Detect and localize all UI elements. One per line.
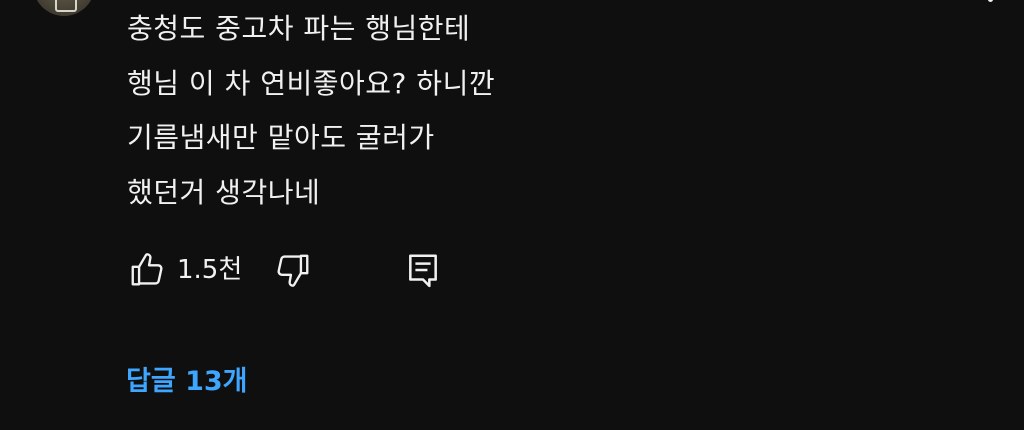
comment-line: 충청도 중고차 파는 행님한테: [127, 12, 471, 45]
replies-toggle[interactable]: 답글 13개: [126, 362, 248, 402]
like-count: 1.5천: [177, 255, 243, 285]
thumb-up-icon: [131, 253, 163, 286]
avatar[interactable]: [33, 0, 95, 16]
like-button[interactable]: [125, 248, 169, 292]
comment-line: 행님 이 차 연비좋아요? 하니깐: [127, 66, 496, 100]
comment-line: 기름냄새만 맡아도 굴러가: [127, 121, 435, 154]
thumb-down-icon: [277, 254, 309, 287]
comment-line: 했던거 생각나네: [127, 175, 321, 209]
reply-button[interactable]: [401, 248, 445, 292]
comment-action-bar: 1.5천: [127, 248, 467, 292]
more-actions-icon[interactable]: [988, 0, 993, 2]
dislike-button[interactable]: [271, 248, 315, 292]
comment-icon: [409, 254, 437, 288]
comment-text: 충청도 중고차 파는 행님한테 행님 이 차 연비좋아요? 하니깐 기름냄새만 …: [127, 2, 495, 220]
